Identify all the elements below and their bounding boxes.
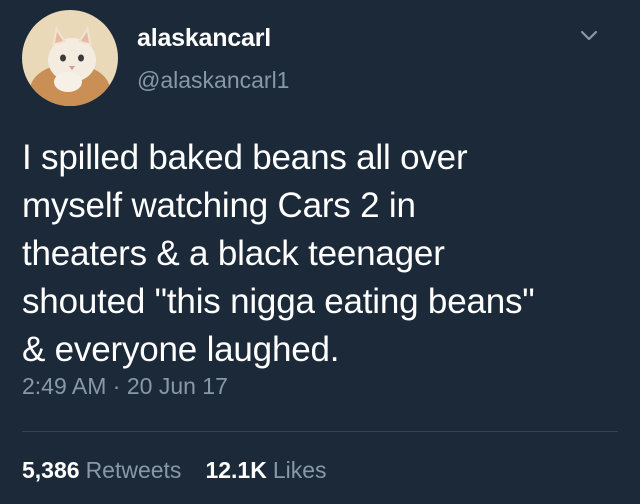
tweet-card: alaskancarl @alaskancarl1 I spilled bake… bbox=[0, 0, 640, 504]
tweet-time: 2:49 AM bbox=[22, 373, 107, 399]
tweet-date: 20 Jun 17 bbox=[126, 373, 228, 399]
retweets-label: Retweets bbox=[85, 457, 182, 483]
tweet-timestamp[interactable]: 2:49 AM · 20 Jun 17 bbox=[22, 373, 228, 400]
divider bbox=[22, 431, 618, 432]
likes-label: Likes bbox=[272, 457, 327, 483]
retweets-stat[interactable]: 5,386 Retweets bbox=[22, 457, 181, 484]
likes-stat[interactable]: 12.1K Likes bbox=[205, 457, 326, 484]
cat-avatar-icon bbox=[22, 10, 118, 106]
tweet-text: I spilled baked beans all over myself wa… bbox=[22, 138, 535, 369]
user-handle[interactable]: @alaskancarl1 bbox=[137, 67, 289, 94]
avatar[interactable] bbox=[22, 10, 118, 106]
timestamp-separator: · bbox=[112, 373, 121, 399]
likes-count: 12.1K bbox=[205, 457, 267, 483]
engagement-stats: 5,386 Retweets 12.1K Likes bbox=[22, 457, 327, 484]
more-options-button[interactable] bbox=[576, 26, 602, 46]
retweets-count: 5,386 bbox=[22, 457, 80, 483]
display-name[interactable]: alaskancarl bbox=[137, 24, 271, 53]
chevron-down-icon bbox=[580, 30, 598, 41]
